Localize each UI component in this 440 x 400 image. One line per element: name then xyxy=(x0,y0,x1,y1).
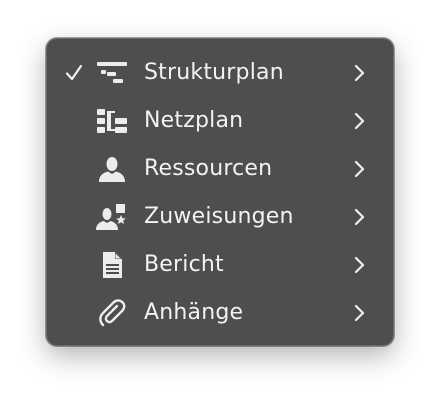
chevron-right-icon xyxy=(353,304,365,322)
menu-item-anhaenge[interactable]: Anhänge xyxy=(47,289,393,337)
menu-item-label: Ressourcen xyxy=(144,156,273,181)
person-star-icon xyxy=(95,202,129,232)
wbs-structure-icon xyxy=(95,58,129,88)
document-icon xyxy=(95,250,129,280)
chevron-right-icon xyxy=(353,256,365,274)
paperclip-icon xyxy=(95,298,129,328)
menu-item-bericht[interactable]: Bericht xyxy=(47,241,393,289)
chevron-right-icon xyxy=(353,64,365,82)
view-context-menu: Strukturplan Netzplan Ressourcen Zuweisu… xyxy=(46,38,394,346)
chevron-right-icon xyxy=(353,112,365,130)
chevron-right-icon xyxy=(353,208,365,226)
checkmark-icon xyxy=(65,63,83,83)
menu-item-label: Zuweisungen xyxy=(144,204,294,229)
chevron-right-icon xyxy=(353,160,365,178)
menu-item-zuweisungen[interactable]: Zuweisungen xyxy=(47,193,393,241)
menu-item-netzplan[interactable]: Netzplan xyxy=(47,97,393,145)
menu-item-label: Bericht xyxy=(144,252,224,277)
menu-item-label: Netzplan xyxy=(144,108,244,133)
menu-item-ressourcen[interactable]: Ressourcen xyxy=(47,145,393,193)
network-plan-icon xyxy=(95,106,129,136)
menu-item-strukturplan[interactable]: Strukturplan xyxy=(47,49,393,97)
menu-item-label: Strukturplan xyxy=(144,60,284,85)
menu-item-label: Anhänge xyxy=(144,300,244,325)
person-icon xyxy=(95,154,129,184)
